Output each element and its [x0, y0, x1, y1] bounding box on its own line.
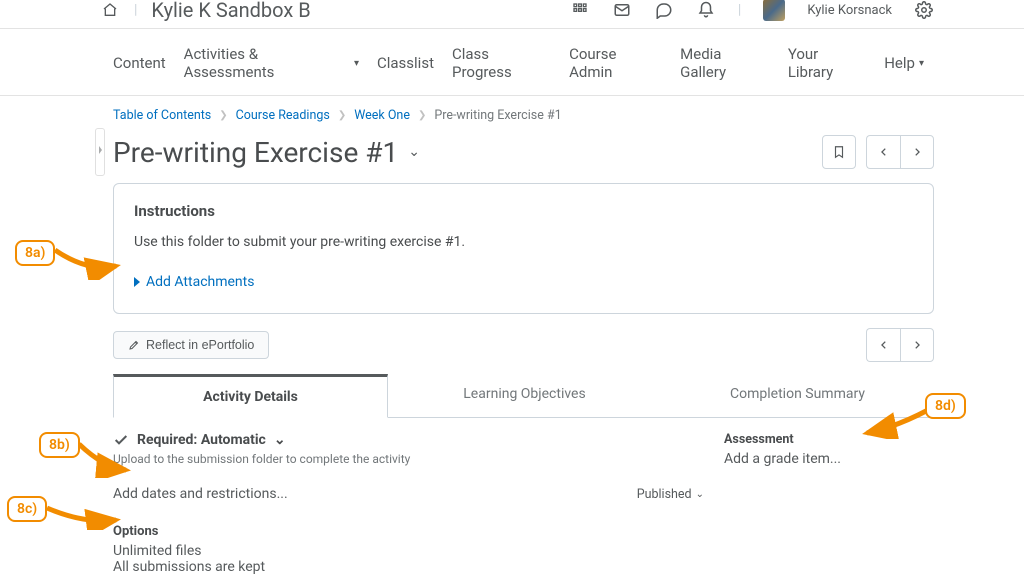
add-attachments-label: Add Attachments: [146, 274, 254, 290]
instructions-card: Instructions Use this folder to submit y…: [113, 183, 934, 314]
nav-content[interactable]: Content: [113, 54, 166, 72]
annotation-8d: 8d): [925, 393, 966, 419]
topbar-right: | Kylie Korsnack: [570, 0, 934, 21]
separator: |: [134, 2, 137, 18]
options-heading: Options: [113, 524, 704, 539]
instructions-body: Use this folder to submit your pre-writi…: [134, 234, 913, 250]
annotation-8b: 8b): [39, 432, 80, 458]
annotation-8c: 8c): [7, 496, 47, 522]
instructions-heading: Instructions: [134, 202, 913, 220]
page-title: Pre-writing Exercise #1 ⌄: [113, 136, 420, 169]
breadcrumb: Table of Contents ❯ Course Readings ❯ We…: [113, 96, 934, 135]
separator: |: [738, 2, 741, 18]
breadcrumb-link[interactable]: Table of Contents: [113, 108, 211, 123]
pager-lower: [866, 328, 934, 362]
pager: [866, 135, 934, 169]
mid-row: Reflect in ePortfolio: [113, 328, 934, 362]
options-line: Unlimited files: [113, 543, 704, 559]
arrow-icon: [44, 500, 122, 530]
breadcrumb-current: Pre-writing Exercise #1: [434, 108, 561, 123]
breadcrumb-link[interactable]: Course Readings: [236, 108, 330, 123]
chat-icon[interactable]: [654, 0, 674, 20]
topbar-left: | Kylie K Sandbox B: [100, 0, 311, 22]
required-row[interactable]: Required: Automatic ⌄: [113, 432, 704, 448]
reflect-eportfolio-button[interactable]: Reflect in ePortfolio: [113, 331, 269, 359]
prev-button[interactable]: [866, 328, 900, 362]
gear-icon[interactable]: [914, 0, 934, 20]
breadcrumb-separator: ❯: [338, 110, 346, 121]
add-dates-link[interactable]: Add dates and restrictions...: [113, 486, 288, 502]
title-row: Pre-writing Exercise #1 ⌄: [113, 135, 934, 169]
reflect-label: Reflect in ePortfolio: [146, 338, 254, 352]
nav-class-progress[interactable]: Class Progress: [452, 45, 551, 81]
next-button[interactable]: [900, 328, 934, 362]
prev-button[interactable]: [866, 135, 900, 169]
apps-icon[interactable]: [570, 0, 590, 20]
content-area: Table of Contents ❯ Course Readings ❯ We…: [0, 96, 1024, 575]
arrow-icon: [862, 405, 932, 439]
breadcrumb-separator: ❯: [418, 110, 426, 121]
options-line: All submissions are kept: [113, 559, 704, 575]
assessment-panel: Assessment Add a grade item...: [724, 432, 934, 575]
breadcrumb-link[interactable]: Week One: [354, 108, 410, 123]
breadcrumb-separator: ❯: [219, 110, 227, 121]
activity-details-panel: Required: Automatic ⌄ Upload to the subm…: [113, 432, 704, 575]
chevron-down-icon: ▾: [919, 58, 924, 69]
tab-learning-objectives[interactable]: Learning Objectives: [388, 374, 661, 417]
nav-classlist[interactable]: Classlist: [377, 54, 434, 72]
caret-right-icon: [134, 277, 140, 287]
tab-body: Required: Automatic ⌄ Upload to the subm…: [113, 418, 934, 575]
published-label: Published: [637, 487, 692, 502]
home-icon[interactable]: [100, 0, 120, 20]
tab-activity-details[interactable]: Activity Details: [113, 374, 388, 418]
next-button[interactable]: [900, 135, 934, 169]
notifications-icon[interactable]: [696, 0, 716, 20]
nav-activities-label: Activities & Assessments: [184, 45, 350, 81]
add-attachments-link[interactable]: Add Attachments: [134, 274, 254, 290]
title-dropdown[interactable]: ⌄: [408, 144, 420, 160]
arrow-icon: [76, 438, 131, 478]
tabs: Activity Details Learning Objectives Com…: [113, 374, 934, 418]
nav-media-gallery[interactable]: Media Gallery: [680, 45, 770, 81]
nav-help-label: Help: [884, 54, 915, 72]
course-title[interactable]: Kylie K Sandbox B: [151, 0, 310, 22]
chevron-down-icon: ▾: [354, 58, 359, 69]
nav-activities[interactable]: Activities & Assessments ▾: [184, 45, 359, 81]
page-title-text: Pre-writing Exercise #1: [113, 136, 398, 169]
annotation-8a: 8a): [15, 240, 55, 266]
published-toggle[interactable]: Published ⌄: [637, 487, 704, 502]
username[interactable]: Kylie Korsnack: [807, 3, 892, 18]
nav-your-library[interactable]: Your Library: [788, 45, 866, 81]
dates-row: Add dates and restrictions... Published …: [113, 486, 704, 502]
course-nav: Content Activities & Assessments ▾ Class…: [0, 29, 1024, 95]
required-label: Required: Automatic: [137, 432, 266, 448]
avatar[interactable]: [763, 0, 785, 21]
add-grade-item-link[interactable]: Add a grade item...: [724, 451, 934, 467]
mail-icon[interactable]: [612, 0, 632, 20]
chevron-down-icon: ⌄: [274, 432, 286, 448]
nav-help[interactable]: Help ▾: [884, 54, 924, 72]
required-hint: Upload to the submission folder to compl…: [113, 452, 704, 466]
title-actions: [822, 135, 934, 169]
bookmark-button[interactable]: [822, 135, 856, 169]
arrow-icon: [52, 244, 122, 280]
nav-course-admin[interactable]: Course Admin: [569, 45, 662, 81]
chevron-down-icon: ⌄: [696, 489, 704, 500]
topbar: | Kylie K Sandbox B | Kylie Korsnack: [0, 0, 1024, 28]
